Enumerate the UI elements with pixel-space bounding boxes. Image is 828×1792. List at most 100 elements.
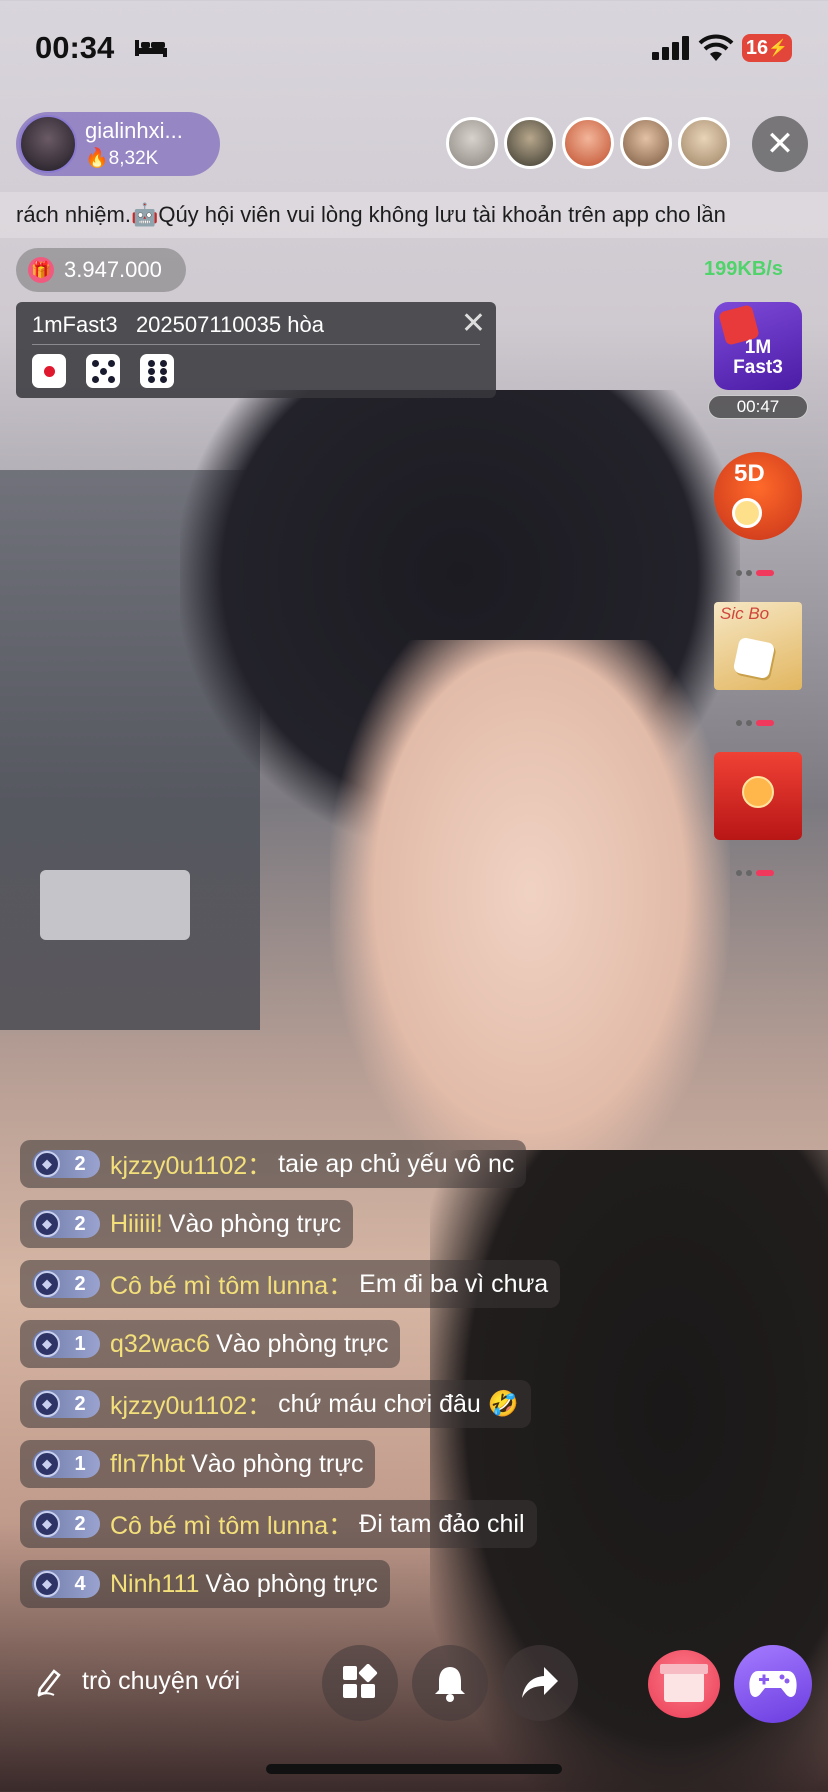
chat-username[interactable]: q32wac6 (110, 1330, 210, 1359)
gift-total-pill[interactable]: 🎁 3.947.000 (16, 248, 186, 292)
viewer-avatar[interactable] (504, 117, 556, 169)
game-5d-label: 5D (734, 460, 765, 487)
chat-message[interactable]: ◆ 2 Hiiiii! Vào phòng trực (20, 1200, 354, 1248)
level-badge: ◆ 2 (32, 1150, 100, 1178)
game-sicbo-label: Sic Bo (720, 604, 770, 623)
apps-button[interactable] (322, 1645, 398, 1721)
chat-message[interactable]: ◆ 1 q32wac6 Vào phòng trực (20, 1320, 401, 1368)
host-popularity: 🔥8,32K (85, 146, 183, 170)
chat-username[interactable]: Cô bé mì tôm lunna： (110, 1506, 353, 1542)
status-time: 00:34 (35, 30, 115, 65)
pager-dots (736, 868, 782, 878)
game-5d-tile[interactable]: 5D (714, 452, 802, 540)
sleep-mode-icon (135, 40, 167, 57)
chat-text: taie ap chủ yếu vô nc (278, 1149, 515, 1178)
die-six (140, 354, 174, 388)
level-badge: ◆ 2 (32, 1390, 100, 1418)
chat-message[interactable]: ◆ 1 fln7hbt Vào phòng trực (20, 1440, 376, 1488)
charging-icon: ⚡ (768, 40, 789, 57)
game-1m-fast3-tile[interactable]: 1M Fast3 (714, 302, 802, 390)
host-info: gialinhxi... 🔥8,32K (85, 118, 183, 170)
gift-box-icon (664, 1672, 704, 1702)
level-badge: ◆ 2 (32, 1210, 100, 1238)
pager-dots (736, 568, 782, 578)
send-gift-button[interactable] (646, 1640, 722, 1720)
host-profile-pill[interactable]: gialinhxi... 🔥8,32K (16, 112, 220, 176)
chat-input[interactable]: trò chuyện với (20, 1650, 310, 1712)
chat-message[interactable]: ◆ 4 Ninh111 Vào phòng trực (20, 1560, 390, 1608)
battery-level: 16 (745, 36, 769, 59)
viewer-avatar[interactable] (446, 117, 498, 169)
host-avatar[interactable] (19, 115, 77, 173)
die-five (86, 354, 120, 388)
close-icon: ✕ (765, 125, 795, 163)
chat-text: Vào phòng trực (168, 1209, 342, 1238)
gift-count: 3.947.000 (64, 257, 162, 282)
game-controller-button[interactable] (734, 1645, 812, 1723)
game-sicbo-tile[interactable]: Sic Bo (714, 602, 802, 690)
gamepad-icon (749, 1671, 797, 1697)
pen-icon (37, 1669, 61, 1697)
result-title: 1mFast3 202507110035 hòa (32, 312, 324, 338)
game-red-envelope-tile[interactable] (714, 752, 802, 840)
notification-button[interactable] (412, 1645, 488, 1721)
chat-text: Vào phòng trực (191, 1449, 364, 1478)
status-bar: 00:34 16 ⚡ (0, 0, 828, 96)
result-close-icon[interactable]: ✕ (461, 306, 486, 341)
home-indicator[interactable] (266, 1764, 562, 1774)
chat-username[interactable]: fln7hbt (110, 1450, 185, 1479)
viewer-avatar[interactable] (678, 117, 730, 169)
viewer-avatar[interactable] (562, 117, 614, 169)
announcement-ticker: rách nhiệm.🤖Qúy hội viên vui lòng không … (0, 192, 828, 238)
result-outcome: hòa (287, 312, 324, 337)
pager-dots (736, 718, 782, 728)
chat-text: Vào phòng trực (216, 1329, 389, 1358)
chat-message[interactable]: ◆ 2 Cô bé mì tôm lunna： Đi tam đảo chil (20, 1500, 537, 1548)
shield-icon: ◆ (34, 1151, 60, 1177)
close-stream-button[interactable]: ✕ (752, 116, 808, 172)
share-icon (522, 1667, 558, 1698)
shield-icon: ◆ (34, 1331, 60, 1357)
level-badge: ◆ 1 (32, 1450, 100, 1478)
coin-icon (742, 776, 774, 808)
chat-message[interactable]: ◆ 2 kjzzy0u1102： chứ máu chơi đâu 🤣 (20, 1380, 531, 1428)
chat-username[interactable]: Ninh111 (110, 1570, 199, 1599)
chat-username[interactable]: Cô bé mì tôm lunna： (110, 1266, 353, 1302)
game-result-panel: 1mFast3 202507110035 hòa ✕ (16, 302, 496, 398)
background-air-conditioner (40, 870, 190, 940)
result-round: 202507110035 (135, 312, 282, 337)
gift-icon: 🎁 (28, 257, 54, 283)
share-button[interactable] (502, 1645, 578, 1721)
chat-username[interactable]: Hiiiii! (110, 1210, 163, 1239)
chat-message[interactable]: ◆ 2 kjzzy0u1102： taie ap chủ yếu vô nc (20, 1140, 527, 1188)
shield-icon: ◆ (34, 1211, 60, 1237)
viewer-avatar[interactable] (620, 117, 672, 169)
chat-placeholder: trò chuyện với (82, 1666, 241, 1695)
chat-text: Vào phòng trực (205, 1569, 378, 1598)
wifi-icon (698, 34, 734, 61)
shield-icon: ◆ (34, 1271, 60, 1297)
result-divider (32, 344, 480, 345)
shield-icon: ◆ (34, 1391, 60, 1417)
chat-message[interactable]: ◆ 2 Cô bé mì tôm lunna： Em đi ba vì chưa (20, 1260, 561, 1308)
game-1m-label: 1M Fast3 (733, 337, 783, 378)
video-face-region (330, 640, 730, 1200)
game-timer: 00:47 (708, 395, 808, 419)
shield-icon: ◆ (34, 1451, 60, 1477)
result-game: 1mFast3 (32, 312, 118, 337)
network-speed: 199KB/s (704, 258, 783, 280)
level-badge: ◆ 2 (32, 1510, 100, 1538)
bell-icon (435, 1667, 465, 1702)
shield-icon: ◆ (34, 1511, 60, 1537)
chat-username[interactable]: kjzzy0u1102： (110, 1146, 272, 1182)
clock-icon (732, 498, 762, 528)
flame-icon: 🔥 (85, 148, 109, 169)
battery-indicator: 16 ⚡ (742, 34, 792, 62)
chat-text: Em đi ba vì chưa (359, 1269, 549, 1298)
die-one (32, 354, 66, 388)
level-badge: ◆ 4 (32, 1570, 100, 1598)
chat-username[interactable]: kjzzy0u1102： (110, 1386, 272, 1422)
chat-text: Đi tam đảo chil (359, 1509, 525, 1538)
shield-icon: ◆ (34, 1571, 60, 1597)
chat-text: chứ máu chơi đâu 🤣 (278, 1389, 519, 1418)
